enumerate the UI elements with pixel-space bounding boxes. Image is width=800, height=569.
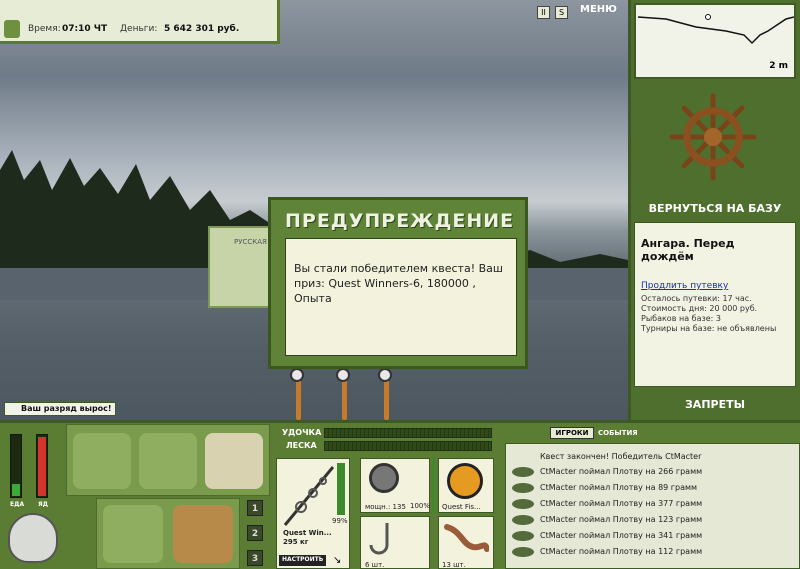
reel-percent: 100% bbox=[410, 502, 431, 510]
cooking-pot-icon[interactable] bbox=[8, 513, 58, 563]
log-entry: CtMacter поймал Плотву на 341 грамм bbox=[506, 529, 799, 544]
time-label: Время: bbox=[28, 24, 61, 34]
tab-events[interactable]: СОБЫТИЯ bbox=[598, 427, 638, 439]
log-entry-text: CtMacter поймал Плотву на 123 грамм bbox=[540, 515, 703, 524]
lock-icon[interactable] bbox=[4, 20, 20, 38]
fish-icon bbox=[512, 515, 534, 525]
fish-icon bbox=[512, 499, 534, 509]
bucket-icon[interactable] bbox=[173, 505, 233, 563]
food-meter bbox=[10, 434, 22, 498]
inventory-bottom bbox=[96, 498, 240, 569]
poison-label: ЯД bbox=[38, 501, 48, 508]
fish-icon bbox=[512, 531, 534, 541]
inventory-top bbox=[66, 424, 270, 496]
log-entry: Квест закончен! Победитель CtMacter bbox=[506, 450, 799, 465]
dialog-message: Вы стали победителем квеста! Ваш приз: Q… bbox=[285, 238, 517, 356]
background-window-label: РУССКАЯ bbox=[234, 238, 267, 246]
tab-players[interactable]: ИГРОКИ bbox=[550, 427, 594, 439]
ship-wheel-icon[interactable] bbox=[668, 92, 758, 182]
rod-strength-bar bbox=[324, 428, 492, 438]
line-strength-bar bbox=[324, 441, 492, 451]
food-meter-fill bbox=[12, 483, 20, 496]
log-entry-text: CtMacter поймал Плотву на 377 грамм bbox=[540, 499, 703, 508]
line-name: Quest Fis... bbox=[442, 503, 481, 511]
status-bar: Время: 07:10 ЧТ Деньги: 5 642 301 руб. bbox=[0, 0, 280, 44]
log-entry-text: Квест закончен! Победитель CtMacter bbox=[540, 452, 702, 461]
base-info-line: Турниры на базе: не объявлены bbox=[641, 324, 777, 333]
reel-power: мощн.: 135 bbox=[365, 503, 406, 511]
log-tabs: ИГРОКИ СОБЫТИЯ bbox=[550, 427, 645, 439]
setup-button[interactable]: НАСТРОИТЬ bbox=[279, 555, 327, 566]
worm-icon bbox=[444, 524, 489, 552]
event-log[interactable]: Квест закончен! Победитель CtMacter CtMa… bbox=[505, 443, 800, 569]
pause-icon[interactable]: II bbox=[537, 6, 550, 19]
log-entry: CtMacter поймал Плотву на 377 грамм bbox=[506, 497, 799, 512]
bag-icon[interactable] bbox=[139, 433, 197, 489]
hook-card[interactable]: 6 шт. bbox=[360, 516, 430, 569]
rank-message: Ваш разряд вырос! bbox=[4, 402, 116, 416]
depth-label: 2 m bbox=[769, 61, 788, 71]
rod-condition-bar bbox=[337, 463, 345, 515]
food-label: ЕДА bbox=[10, 501, 25, 508]
bait-card[interactable]: 13 шт. bbox=[438, 516, 494, 569]
log-entry: CtMacter поймал Плотву на 266 грамм bbox=[506, 465, 799, 480]
log-entry-text: CtMacter поймал Плотву на 266 грамм bbox=[540, 467, 703, 476]
base-title: Ангара. Перед дождём bbox=[641, 237, 735, 263]
hook-count: 6 шт. bbox=[365, 561, 385, 569]
depth-map[interactable]: 2 m bbox=[634, 3, 796, 79]
tackle-box-icon[interactable] bbox=[73, 433, 131, 489]
money-value: 5 642 301 руб. bbox=[164, 24, 240, 34]
base-info-line: Осталось путевки: 17 час. bbox=[641, 294, 752, 303]
fishing-rod-icon bbox=[283, 466, 335, 526]
background-window: РУССКАЯ bbox=[208, 226, 270, 308]
hook-icon bbox=[369, 523, 389, 555]
rod-label: УДОЧКА bbox=[282, 428, 322, 437]
base-info-line: Стоимость дня: 20 000 руб. bbox=[641, 304, 758, 313]
bait-count: 13 шт. bbox=[442, 561, 466, 569]
line-spool-icon bbox=[447, 463, 483, 499]
food-basket-icon[interactable] bbox=[103, 505, 163, 563]
map-icon[interactable] bbox=[205, 433, 263, 489]
slot-1-button[interactable]: 1 bbox=[247, 500, 263, 516]
poison-meter bbox=[36, 434, 48, 498]
money-label: Деньги: bbox=[120, 24, 158, 34]
rod-name: Quest Win... bbox=[283, 529, 332, 537]
reel-icon bbox=[369, 463, 399, 493]
log-entry-text: CtMacter поймал Плотву на 341 грамм bbox=[540, 531, 703, 540]
time-value: 07:10 ЧТ bbox=[62, 24, 108, 34]
rod-percent: 99% bbox=[332, 517, 348, 525]
fish-icon bbox=[512, 483, 534, 493]
line-label: ЛЕСКА bbox=[286, 441, 317, 450]
base-info-panel: Ангара. Перед дождём Продлить путевку Ос… bbox=[634, 222, 796, 387]
reel-3-icon bbox=[378, 368, 392, 382]
extend-pass-link[interactable]: Продлить путевку bbox=[641, 281, 728, 291]
log-entry: CtMacter поймал Плотву на 112 грамм bbox=[506, 545, 799, 560]
slot-3-button[interactable]: 3 bbox=[247, 550, 263, 566]
rod-weight: 295 кг bbox=[283, 538, 309, 546]
resize-arrow-icon[interactable]: ↘ bbox=[333, 555, 341, 566]
warning-dialog: ПРЕДУПРЕЖДЕНИЕ Вы стали победителем квес… bbox=[268, 197, 528, 369]
log-entry-text: CtMacter поймал Плотву на 112 грамм bbox=[540, 547, 703, 556]
dialog-title: ПРЕДУПРЕЖДЕНИЕ bbox=[285, 210, 515, 232]
rod-card[interactable]: 99% Quest Win... 295 кг НАСТРОИТЬ ↘ bbox=[276, 458, 350, 569]
slot-2-button[interactable]: 2 bbox=[247, 525, 263, 541]
reel-condition-bar bbox=[432, 458, 435, 513]
sound-icon[interactable]: S bbox=[555, 6, 568, 19]
base-info-line: Рыбаков на базе: 3 bbox=[641, 314, 721, 323]
reel-2-icon bbox=[336, 368, 350, 382]
reel-1-icon bbox=[290, 368, 304, 382]
log-entry: CtMacter поймал Плотву на 89 грамм bbox=[506, 481, 799, 496]
log-entry: CtMacter поймал Плотву на 123 грамм bbox=[506, 513, 799, 528]
bans-button[interactable]: ЗАПРЕТЫ bbox=[634, 398, 796, 414]
return-to-base-button[interactable]: ВЕРНУТЬСЯ НА БАЗУ bbox=[634, 202, 796, 218]
fish-icon bbox=[512, 467, 534, 477]
menu-button[interactable]: МЕНЮ bbox=[580, 4, 620, 22]
fish-icon bbox=[512, 547, 534, 557]
log-entry-text: CtMacter поймал Плотву на 89 грамм bbox=[540, 483, 698, 492]
poison-meter-fill bbox=[38, 437, 46, 496]
line-spool-card[interactable]: Quest Fis... bbox=[438, 458, 494, 513]
